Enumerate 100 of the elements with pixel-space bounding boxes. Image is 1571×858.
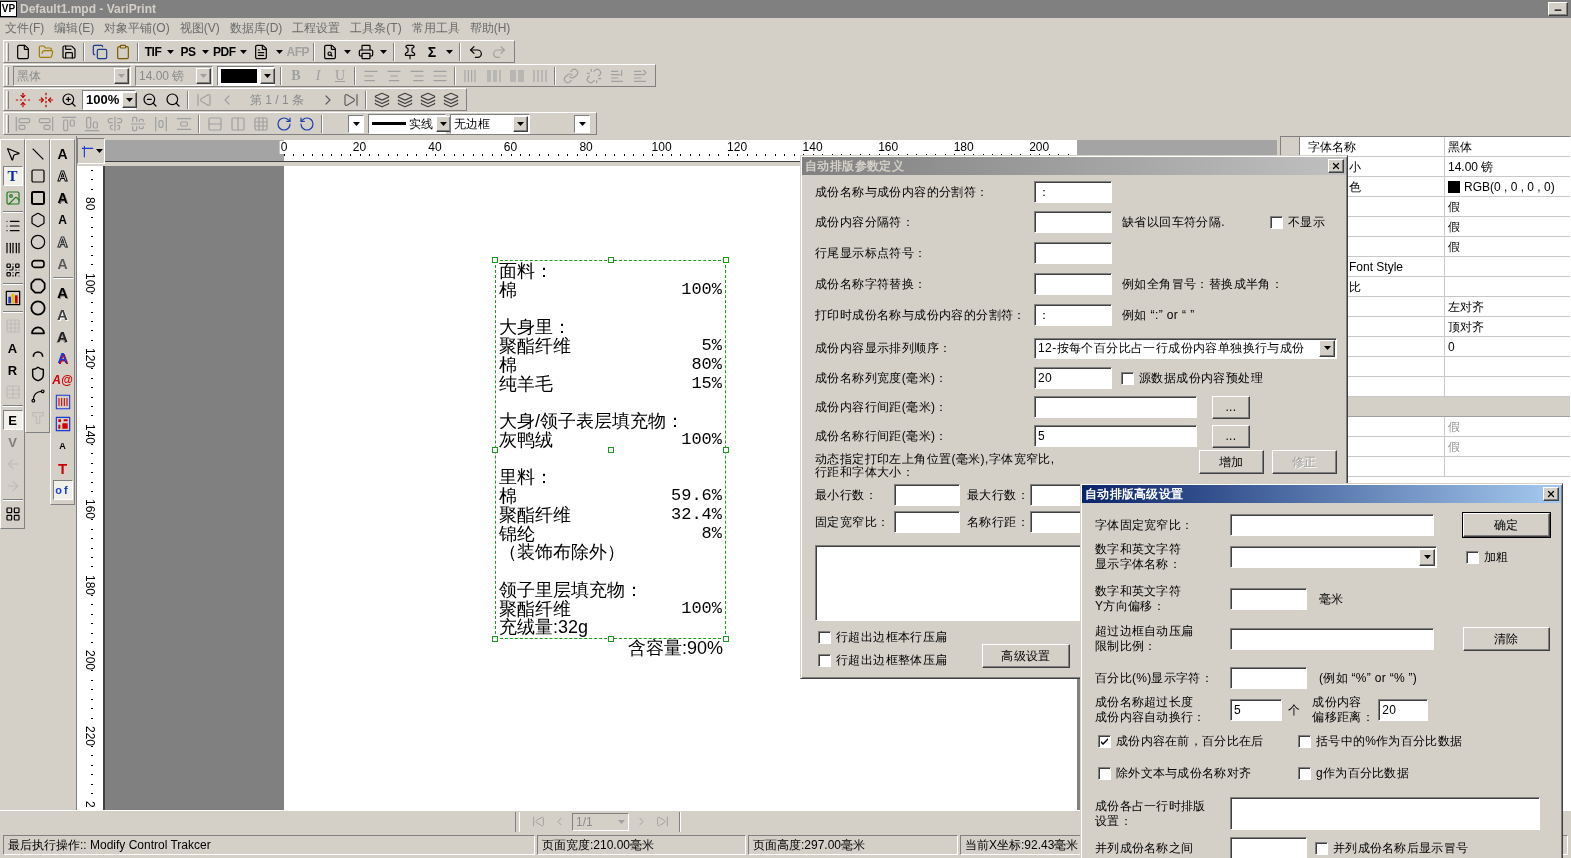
checkbox[interactable]: [818, 653, 831, 667]
tool-button[interactable]: A: [52, 326, 73, 346]
blank-page-icon[interactable]: [14, 43, 31, 60]
octagon-icon[interactable]: [27, 276, 48, 296]
dropdown-button[interactable]: [348, 114, 364, 133]
checkbox[interactable]: [1298, 766, 1311, 780]
caret-down-icon[interactable]: [275, 49, 283, 54]
document-icon[interactable]: [253, 43, 269, 60]
dialog-button[interactable]: 清除: [1463, 627, 1550, 651]
layers-icon[interactable]: [419, 91, 436, 108]
resize-handle[interactable]: [607, 446, 614, 453]
menu-item[interactable]: 工具条(T): [345, 19, 407, 37]
dialog-button[interactable]: 高级设置: [982, 644, 1070, 668]
checkbox[interactable]: [1121, 371, 1134, 385]
resize-handle[interactable]: [492, 257, 498, 263]
menu-item[interactable]: 数据库(D): [224, 19, 288, 37]
caret-down-icon[interactable]: [126, 97, 134, 102]
caret-down-icon[interactable]: [202, 49, 209, 54]
input-field[interactable]: [1230, 667, 1307, 689]
input-field[interactable]: [1034, 211, 1112, 233]
caret-down-icon[interactable]: [264, 73, 271, 78]
resize-handle[interactable]: [492, 636, 498, 642]
caret-down-icon[interactable]: [1323, 346, 1331, 350]
checkbox[interactable]: [1269, 215, 1283, 229]
rotate-counterclockwise-icon[interactable]: [298, 115, 315, 132]
toolbar-text-button[interactable]: PS: [177, 40, 199, 63]
tool-button[interactable]: R: [2, 360, 23, 380]
menu-item[interactable]: 对象平铺(O): [99, 19, 175, 37]
input-field[interactable]: [1034, 396, 1197, 418]
caret-down-icon[interactable]: [446, 49, 453, 54]
dialog-button[interactable]: 增加: [1199, 450, 1264, 474]
toolbar-text-button[interactable]: TIF: [142, 40, 164, 63]
search-icon[interactable]: [164, 91, 181, 108]
caret-down-icon[interactable]: [380, 49, 387, 54]
tool-button[interactable]: A: [52, 282, 73, 302]
circle-icon[interactable]: [27, 298, 48, 318]
toolbar-text-button[interactable]: Σ: [421, 40, 443, 63]
ruler-corner[interactable]: [77, 138, 105, 164]
page-magnifier-icon[interactable]: [321, 43, 338, 60]
zoom-out-icon[interactable]: [141, 91, 158, 108]
dropdown-field[interactable]: 100%: [82, 89, 136, 110]
horizontal-arrows-icon[interactable]: [37, 91, 54, 108]
tool-button[interactable]: T: [52, 458, 73, 478]
close-button[interactable]: [1543, 487, 1559, 501]
input-field[interactable]: 20: [1378, 699, 1429, 721]
caret-down-icon[interactable]: [167, 49, 174, 54]
input-field[interactable]: [894, 511, 960, 533]
clipboard-icon[interactable]: [114, 43, 131, 60]
checkbox[interactable]: [1466, 550, 1479, 564]
resize-handle[interactable]: [492, 446, 498, 453]
layers-icon[interactable]: [442, 91, 459, 108]
rotate-clockwise-icon[interactable]: [275, 115, 292, 132]
dialog-button[interactable]: 确定: [1463, 513, 1550, 537]
input-field[interactable]: [1034, 242, 1112, 264]
dialog-button[interactable]: ...: [1212, 424, 1250, 448]
menu-item[interactable]: 文件(F): [0, 19, 50, 37]
menu-item[interactable]: 编辑(E): [49, 19, 100, 37]
skip-to-end-icon[interactable]: [342, 91, 359, 108]
text-frame[interactable]: 面料： 棉 100% 大身里： 聚酯纤维 5% 棉 80% 纯羊毛 15% 大身/领子表层填充物： 灰鸭绒 100% 里料： 棉 59.6% 聚酯纤维 32.4% 锦纶 8% （装饰布除外） 领子里层填充物： 聚酯纤维 100% 充绒量:32g: [495, 260, 726, 639]
tool-button[interactable]: A: [2, 338, 23, 358]
menu-item[interactable]: 帮助(H): [464, 19, 516, 37]
input-field[interactable]: [894, 484, 960, 506]
tool-button[interactable]: A: [52, 436, 73, 456]
input-field[interactable]: 20: [1034, 367, 1112, 389]
caret-down-icon[interactable]: [239, 49, 247, 54]
input-field[interactable]: 5: [1034, 425, 1197, 447]
caret-down-icon[interactable]: [344, 49, 351, 54]
dialog-button[interactable]: ...: [1212, 395, 1250, 419]
menu-item[interactable]: 视图(V): [174, 19, 225, 37]
caret-down-icon[interactable]: [517, 121, 524, 126]
caret-down-icon[interactable]: [95, 149, 103, 153]
resize-handle[interactable]: [723, 636, 729, 642]
tool-button[interactable]: A: [52, 188, 73, 208]
tool-button[interactable]: E: [2, 410, 23, 430]
tool-button[interactable]: of: [52, 480, 73, 500]
tool-button[interactable]: A: [52, 348, 73, 368]
resize-handle[interactable]: [723, 257, 729, 263]
dropdown-field[interactable]: 12-按每个百分比占一行成份内容单独换行与成份: [1034, 337, 1337, 359]
undo-icon[interactable]: [467, 43, 484, 60]
close-button[interactable]: [1328, 159, 1344, 173]
resize-handle[interactable]: [607, 257, 614, 263]
input-field[interactable]: [1230, 837, 1307, 858]
tool-button[interactable]: A: [52, 144, 73, 164]
tool-button[interactable]: A: [52, 304, 73, 324]
dropdown-field[interactable]: [1230, 546, 1437, 568]
menu-item[interactable]: 工程设置: [287, 19, 346, 37]
layers-icon[interactable]: [373, 91, 390, 108]
resize-handle[interactable]: [607, 636, 614, 642]
folder-icon[interactable]: [37, 43, 54, 60]
checkbox[interactable]: [1098, 766, 1111, 780]
input-field[interactable]: [1230, 514, 1434, 536]
checkbox[interactable]: [1298, 734, 1311, 748]
tool-button[interactable]: A@: [52, 370, 73, 390]
input-field[interactable]: ：: [1034, 181, 1112, 203]
tool-button[interactable]: A: [52, 210, 73, 230]
layers-icon[interactable]: [396, 91, 413, 108]
dropdown-button[interactable]: [574, 114, 590, 133]
input-field[interactable]: 5: [1230, 699, 1282, 721]
copy-icon[interactable]: [91, 43, 108, 60]
tool-button[interactable]: T: [2, 166, 23, 186]
